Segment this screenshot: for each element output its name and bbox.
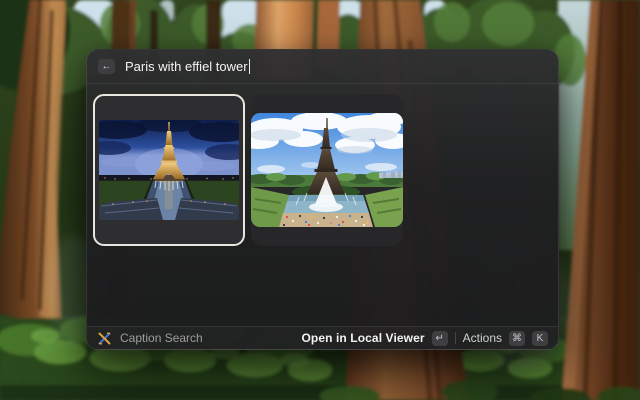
back-button[interactable]: ← [98, 59, 115, 74]
back-arrow-icon: ← [102, 62, 112, 72]
search-bar: ← Paris with effiel tower [87, 50, 558, 84]
text-caret [249, 59, 251, 74]
results-grid [93, 94, 552, 246]
launcher-window: ← Paris with effiel tower [86, 49, 559, 350]
search-input[interactable]: Paris with effiel tower [125, 59, 250, 74]
k-key-icon: K [532, 331, 548, 346]
actions-menu-button[interactable]: Actions [463, 331, 502, 345]
app-name-label: Caption Search [120, 331, 203, 345]
command-key-icon: ⌘ [509, 331, 525, 346]
footer-bar: Caption Search Open in Local Viewer ↵ Ac… [87, 326, 558, 349]
result-cell-2[interactable] [251, 94, 403, 246]
result-cell-1-selected[interactable] [93, 94, 245, 246]
eiffel-day-photo [251, 113, 403, 227]
search-query-text: Paris with effiel tower [125, 59, 248, 74]
eiffel-dusk-photo [99, 120, 239, 220]
result-thumbnail-1[interactable] [99, 120, 239, 220]
caption-search-icon [97, 331, 112, 346]
result-thumbnail-2[interactable] [251, 113, 403, 227]
primary-action-button[interactable]: Open in Local Viewer [301, 331, 424, 345]
results-area [87, 84, 558, 326]
footer-divider [455, 332, 456, 344]
enter-key-icon: ↵ [432, 331, 448, 346]
